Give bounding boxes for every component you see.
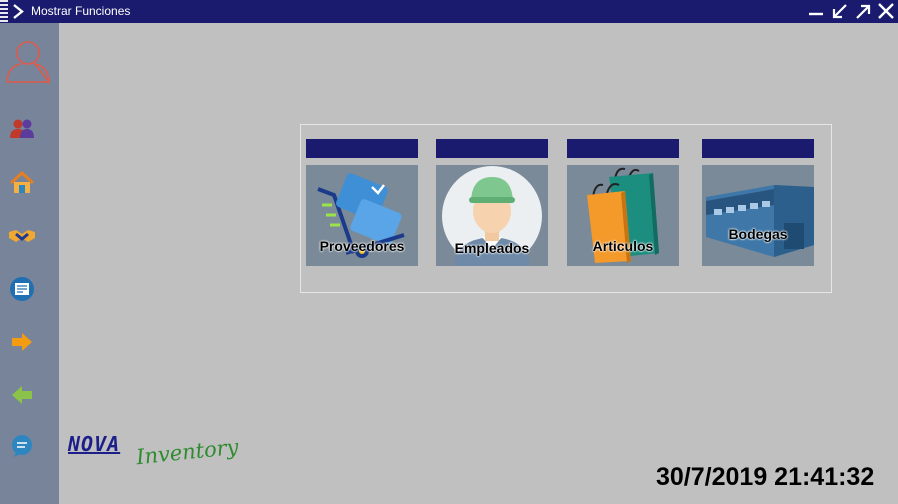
tile-articulos[interactable]: Articulos: [567, 139, 679, 266]
arrow-right-icon[interactable]: [8, 328, 36, 356]
tile-label: Articulos: [592, 238, 654, 254]
logo-brand: NOVA: [68, 432, 121, 456]
home-icon[interactable]: [8, 169, 36, 197]
users-icon[interactable]: [8, 115, 36, 143]
maximize-icon: [856, 4, 871, 19]
tile-label: Empleados: [454, 240, 530, 256]
chat-icon[interactable]: [8, 432, 36, 460]
tile-bodegas[interactable]: Bodegas: [702, 139, 814, 266]
drag-grip[interactable]: [0, 0, 8, 23]
tile-label: Bodegas: [728, 226, 788, 242]
tile-header-bar: [702, 139, 814, 158]
restore-icon: [832, 4, 847, 19]
arrow-left-icon[interactable]: [8, 381, 36, 409]
functions-panel: Proveedores Empleados Articulos Bodegas: [300, 124, 832, 293]
bodegas-button[interactable]: Bodegas: [702, 165, 814, 266]
tile-label: Proveedores: [319, 238, 405, 254]
tile-header-bar: [306, 139, 418, 158]
minimize-button[interactable]: [806, 2, 826, 21]
restore-button[interactable]: [830, 2, 850, 21]
nova-inventory-logo: NOVA Inventory: [68, 430, 240, 476]
proveedores-button[interactable]: Proveedores: [306, 165, 418, 266]
maximize-button[interactable]: [853, 2, 873, 21]
tile-header-bar: [436, 139, 548, 158]
document-icon[interactable]: [8, 275, 36, 303]
empleados-button[interactable]: Empleados: [436, 165, 548, 266]
tile-empleados[interactable]: Empleados: [436, 139, 548, 266]
chevron-right-icon[interactable]: [11, 3, 27, 20]
warehouse-icon: [706, 185, 814, 257]
minimize-icon: [809, 12, 823, 16]
tile-header-bar: [567, 139, 679, 158]
window-title: Mostrar Funciones: [31, 4, 131, 18]
handshake-icon[interactable]: [8, 222, 36, 250]
logo-product: Inventory: [135, 434, 240, 470]
tile-proveedores[interactable]: Proveedores: [306, 139, 418, 266]
articulos-button[interactable]: Articulos: [567, 165, 679, 266]
user-avatar-icon[interactable]: [4, 35, 52, 85]
sidebar: [0, 23, 59, 504]
close-icon: [878, 3, 894, 19]
close-button[interactable]: [876, 2, 896, 21]
clock: 30/7/2019 21:41:32: [656, 463, 875, 491]
title-bar: Mostrar Funciones: [0, 0, 898, 23]
